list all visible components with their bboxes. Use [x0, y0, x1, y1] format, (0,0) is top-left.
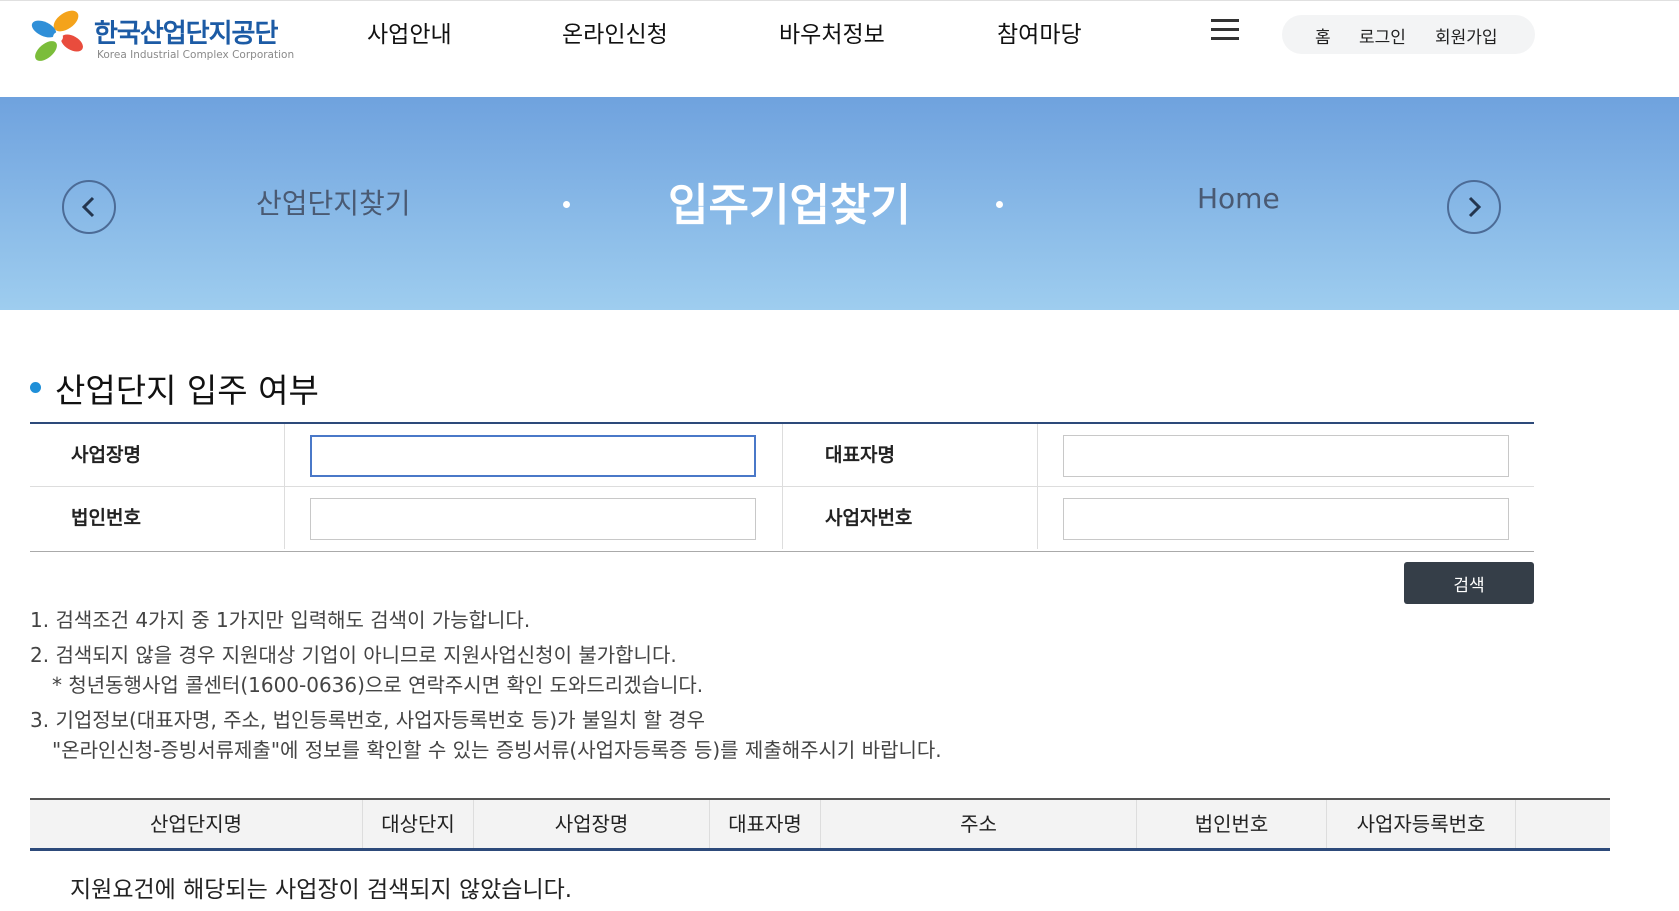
search-row: 사업장명 대표자명: [30, 424, 1534, 486]
column-header: 주소: [821, 800, 1137, 848]
column-header: 사업장명: [474, 800, 710, 848]
next-page-button[interactable]: [1447, 180, 1501, 234]
search-button[interactable]: 검색: [1404, 562, 1534, 604]
logo-subtitle: Korea Industrial Complex Corporation: [97, 49, 295, 61]
business-name-label: 사업장명: [71, 444, 141, 466]
banner-next-item[interactable]: Home: [1197, 182, 1280, 215]
site-header: 한국산업단지공단 Korea Industrial Complex Corpor…: [0, 1, 1679, 97]
note-item: 3. 기업정보(대표자명, 주소, 법인등록번호, 사업자등록번호 등)가 불일…: [30, 708, 706, 732]
nav-item-online-application[interactable]: 온라인신청: [562, 15, 668, 49]
nav-item-voucher-info[interactable]: 바우처정보: [779, 15, 885, 49]
title-bullet-icon: [30, 382, 41, 393]
prev-page-button[interactable]: [62, 180, 116, 234]
logo[interactable]: 한국산업단지공단 Korea Industrial Complex Corpor…: [28, 5, 328, 67]
corp-number-label: 법인번호: [71, 507, 141, 529]
column-header: 대상단지: [363, 800, 474, 848]
banner-prev-item[interactable]: 산업단지찾기: [256, 182, 411, 222]
nav-item-participation[interactable]: 참여마당: [997, 15, 1082, 49]
note-item: "온라인신청-증빙서류제출"에 정보를 확인할 수 있는 증빙서류(사업자등록증…: [52, 738, 942, 762]
home-link[interactable]: 홈: [1315, 23, 1331, 48]
biz-reg-number-input[interactable]: [1063, 498, 1509, 540]
note-item: 2. 검색되지 않을 경우 지원대상 기업이 아니므로 지원사업신청이 불가합니…: [30, 643, 677, 667]
column-header: 사업자등록번호: [1327, 800, 1516, 848]
banner-separator-dot: [563, 201, 570, 208]
column-header: 대표자명: [710, 800, 821, 848]
banner-current-page: 입주기업찾기: [668, 180, 911, 231]
logo-title: 한국산업단지공단: [94, 19, 278, 49]
ceo-name-input[interactable]: [1063, 435, 1509, 477]
hamburger-menu-icon[interactable]: [1211, 19, 1239, 43]
search-form: 사업장명 대표자명 법인번호 사업자번호: [30, 422, 1534, 552]
biz-reg-number-label: 사업자번호: [825, 507, 913, 529]
page-banner: 산업단지찾기 입주기업찾기 Home: [0, 97, 1679, 310]
chevron-left-icon: [81, 196, 95, 218]
utility-links: 홈 로그인 회원가입: [1282, 15, 1535, 54]
result-table-header: 산업단지명 대상단지 사업장명 대표자명 주소 법인번호 사업자등록번호: [30, 798, 1610, 851]
search-row: 법인번호 사업자번호: [30, 486, 1534, 549]
nav-item-business-info[interactable]: 사업안내: [367, 15, 452, 49]
signup-link[interactable]: 회원가입: [1435, 23, 1498, 48]
logo-icon: [31, 10, 83, 61]
chevron-right-icon: [1468, 196, 1482, 218]
empty-result-message: 지원요건에 해당되는 사업장이 검색되지 않았습니다.: [70, 877, 573, 903]
business-name-input[interactable]: [310, 435, 756, 477]
login-link[interactable]: 로그인: [1359, 23, 1406, 48]
page-title: 산업단지 입주 여부: [55, 371, 319, 410]
corp-number-input[interactable]: [310, 498, 756, 540]
column-header: 법인번호: [1137, 800, 1327, 848]
ceo-name-label: 대표자명: [825, 444, 895, 466]
column-header: 산업단지명: [30, 800, 363, 848]
note-item: * 청년동행사업 콜센터(1600-0636)으로 연락주시면 확인 도와드리겠…: [52, 673, 704, 697]
banner-separator-dot: [996, 201, 1003, 208]
note-item: 1. 검색조건 4가지 중 1가지만 입력해도 검색이 가능합니다.: [30, 608, 531, 632]
